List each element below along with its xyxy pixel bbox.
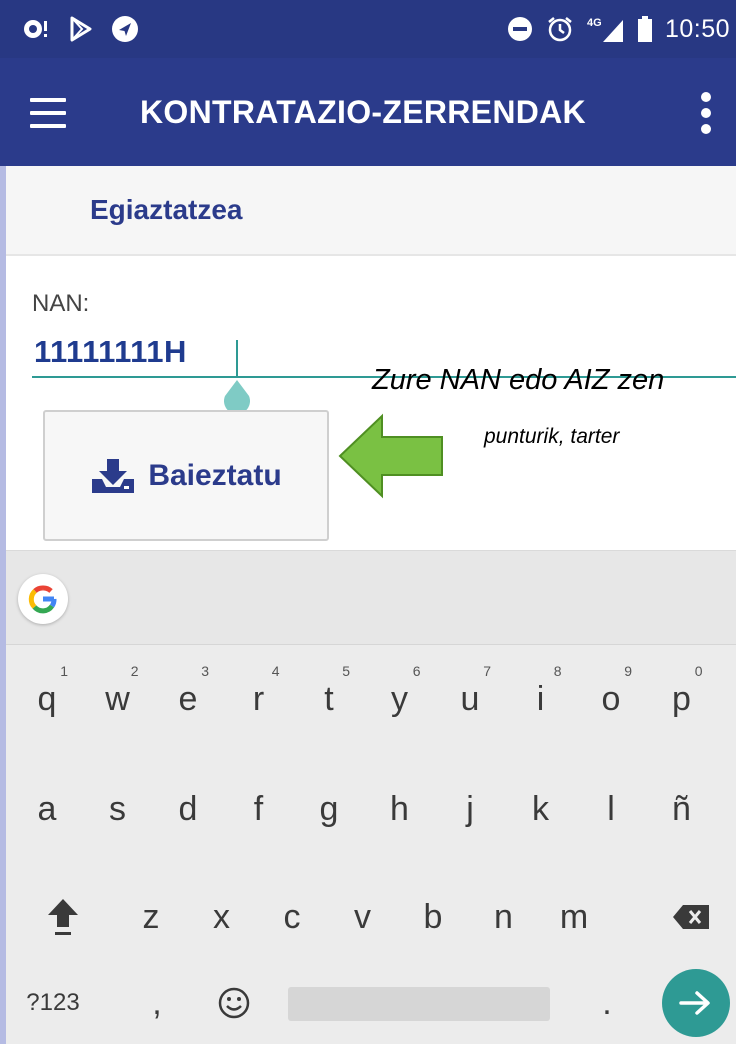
key-l[interactable]: l: [576, 769, 646, 849]
key-w[interactable]: 2w: [83, 659, 153, 739]
key-label: i: [536, 679, 545, 718]
key-hint: 3: [201, 663, 209, 679]
key-h[interactable]: h: [365, 769, 435, 849]
more-vert-icon[interactable]: [692, 88, 720, 138]
key-f[interactable]: f: [224, 769, 294, 849]
section-header: Egiaztatzea: [6, 166, 736, 256]
key-hint: 7: [483, 663, 491, 679]
location-arrow-icon: [110, 14, 140, 44]
confirm-button-label: Baieztatu: [148, 458, 282, 492]
download-tray-icon: [92, 458, 135, 493]
key-label: e: [178, 679, 198, 718]
key-s[interactable]: s: [83, 769, 153, 849]
key-n[interactable]: n: [469, 877, 539, 957]
key-hint: 0: [694, 663, 703, 679]
keyboard-row-1: 1q2w3e4r5t6y7u8i9o0p: [6, 659, 736, 739]
key-hint: 1: [60, 663, 68, 679]
key-hint: 2: [130, 663, 139, 679]
keyboard-row-2: asdfghjklñ: [6, 769, 736, 849]
status-bar: 4G 10:50: [0, 0, 736, 58]
key-p[interactable]: 0p: [647, 659, 717, 739]
key-b[interactable]: b: [398, 877, 468, 957]
key-t[interactable]: 5t: [294, 659, 364, 739]
soft-keyboard: 1q2w3e4r5t6y7u8i9o0p asdfghjklñ zxcvbnm …: [6, 550, 736, 1044]
enter-key[interactable]: [660, 965, 736, 1041]
hamburger-menu-icon[interactable]: [24, 94, 72, 132]
text-caret: [236, 340, 238, 376]
section-title: Egiaztatzea: [90, 194, 243, 225]
key-hint: 8: [553, 663, 562, 679]
annotation-text-1: Zure NAN edo AIZ zen: [372, 364, 665, 396]
key-hint: 5: [342, 663, 350, 679]
key-g[interactable]: g: [294, 769, 364, 849]
key-u[interactable]: 7u: [435, 659, 505, 739]
nan-label: NAN:: [32, 290, 90, 317]
arrow-right-icon: [679, 991, 710, 1015]
pointer-arrow-icon: [338, 413, 443, 499]
key-v[interactable]: v: [328, 877, 398, 957]
comma-key[interactable]: ,: [132, 963, 182, 1043]
key-x[interactable]: x: [187, 877, 257, 957]
do-not-disturb-icon: [505, 14, 535, 44]
app-title: KONTRATAZIO-ZERRENDAK: [140, 94, 586, 130]
key-m[interactable]: m: [539, 877, 609, 957]
key-label: r: [252, 679, 265, 718]
status-time: 10:50: [664, 14, 730, 43]
keyboard-toolbar: [6, 551, 736, 645]
period-key[interactable]: .: [582, 963, 632, 1043]
symbols-key[interactable]: ?123: [8, 963, 98, 1043]
key-ñ[interactable]: ñ: [647, 769, 717, 849]
google-g-icon[interactable]: [18, 574, 68, 624]
key-label: t: [324, 679, 334, 718]
key-d[interactable]: d: [153, 769, 223, 849]
key-o[interactable]: 9o: [576, 659, 646, 739]
app-bar: KONTRATAZIO-ZERRENDAK: [0, 58, 736, 166]
key-z[interactable]: z: [116, 877, 186, 957]
key-i[interactable]: 8i: [506, 659, 576, 739]
backspace-icon: [673, 905, 709, 929]
alarm-icon: [545, 14, 575, 44]
space-key[interactable]: [288, 987, 550, 1021]
key-label: u: [460, 679, 480, 718]
key-c[interactable]: c: [257, 877, 327, 957]
play-store-icon: [66, 14, 96, 44]
emoji-key[interactable]: [202, 963, 266, 1043]
key-hint: 6: [412, 663, 421, 679]
battery-icon: [635, 14, 655, 44]
key-label: w: [105, 679, 130, 718]
key-label: p: [672, 679, 691, 718]
shift-arrow-icon: [48, 899, 78, 935]
key-hint: 4: [271, 663, 280, 679]
notification-dot-icon: [22, 14, 52, 44]
keyboard-row-4: ?123 , .: [6, 963, 736, 1043]
key-r[interactable]: 4r: [224, 659, 294, 739]
key-y[interactable]: 6y: [365, 659, 435, 739]
key-label: o: [601, 679, 621, 718]
key-a[interactable]: a: [12, 769, 82, 849]
key-q[interactable]: 1q: [12, 659, 82, 739]
svg-text:4G: 4G: [587, 17, 602, 29]
key-e[interactable]: 3e: [153, 659, 223, 739]
key-label: q: [37, 679, 57, 718]
shift-key[interactable]: [32, 877, 94, 957]
emoji-icon: [218, 987, 250, 1019]
backspace-key[interactable]: [656, 877, 726, 957]
annotation-text-2: punturik, tarter: [484, 425, 620, 448]
signal-4g-icon: 4G: [585, 14, 625, 44]
key-hint: 9: [624, 663, 632, 679]
keyboard-row-3: zxcvbnm: [6, 877, 736, 957]
key-k[interactable]: k: [506, 769, 576, 849]
confirm-button[interactable]: Baieztatu: [43, 410, 329, 541]
key-j[interactable]: j: [435, 769, 505, 849]
key-label: y: [391, 679, 408, 718]
